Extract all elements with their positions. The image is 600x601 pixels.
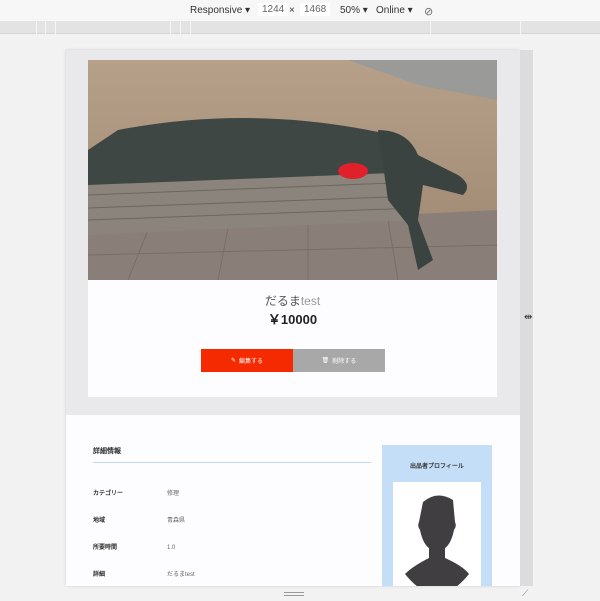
resize-height-handle[interactable] — [284, 592, 304, 596]
detail-value: 青森県 — [167, 518, 186, 524]
detail-label: 所要時間 — [93, 545, 118, 551]
avatar — [393, 482, 481, 586]
delete-label: 削除する — [332, 359, 357, 365]
edit-label: 編集する — [239, 359, 264, 365]
detail-row: 地域 青森県 — [93, 515, 185, 524]
zoom-select[interactable]: 50% ▾ — [340, 5, 368, 16]
detail-row: 所要時間 1.0 — [93, 542, 175, 551]
detail-row: 詳細 だるまtest — [93, 569, 195, 578]
media-query-ruler[interactable] — [0, 21, 600, 34]
detail-value: 1.0 — [167, 545, 176, 551]
resize-corner-icon[interactable]: ⟋ — [522, 588, 528, 599]
item-title-suffix: test — [300, 294, 321, 308]
detail-value: だるまtest — [167, 572, 195, 578]
dimension-separator: × — [289, 5, 295, 16]
item-price: ￥10000 — [267, 312, 318, 327]
edit-icon: ✎ — [230, 358, 236, 364]
detail-label: カテゴリー — [93, 491, 124, 497]
details-heading: 詳細情報 — [93, 448, 121, 455]
detail-label: 詳細 — [93, 572, 106, 578]
item-card: だるまtest ￥10000 ✎ 編集する 🗑 削除する — [88, 60, 497, 397]
page-viewport: だるまtest ￥10000 ✎ 編集する 🗑 削除する 詳細情報 カテゴリー 修理 … — [66, 50, 520, 586]
detail-value: 修理 — [167, 491, 180, 497]
user-silhouette-icon — [405, 495, 469, 586]
details-section: 詳細情報 カテゴリー 修理 地域 青森県 所要時間 1.0 詳細 だるまtest 出品者… — [66, 415, 520, 586]
profile-heading: 出品者プロフィール — [410, 464, 464, 470]
delete-button[interactable]: 🗑 削除する — [293, 349, 385, 372]
edit-button[interactable]: ✎ 編集する — [201, 349, 293, 372]
device-select[interactable]: Responsive ▾ — [190, 5, 250, 16]
detail-row: カテゴリー 修理 — [93, 488, 179, 497]
devtools-toolbar: Responsive ▾ 1244 × 1468 50% ▾ Online ▾ … — [0, 0, 600, 21]
divider — [93, 462, 371, 463]
height-input[interactable]: 1468 — [300, 3, 331, 16]
trash-icon: 🗑 — [321, 358, 330, 364]
width-input[interactable]: 1244 — [258, 3, 289, 16]
seller-profile: 出品者プロフィール — [382, 445, 492, 586]
resize-width-handle-icon[interactable]: ⇹ — [524, 312, 532, 323]
hero-section: だるまtest ￥10000 ✎ 編集する 🗑 削除する — [66, 50, 520, 415]
item-title-text: だるま — [264, 294, 301, 308]
network-select[interactable]: Online ▾ — [376, 5, 413, 16]
item-title: だるまtest — [88, 292, 497, 309]
rotate-icon[interactable]: ⊘ — [424, 5, 433, 18]
detail-label: 地域 — [93, 518, 106, 524]
item-photo — [88, 60, 497, 280]
